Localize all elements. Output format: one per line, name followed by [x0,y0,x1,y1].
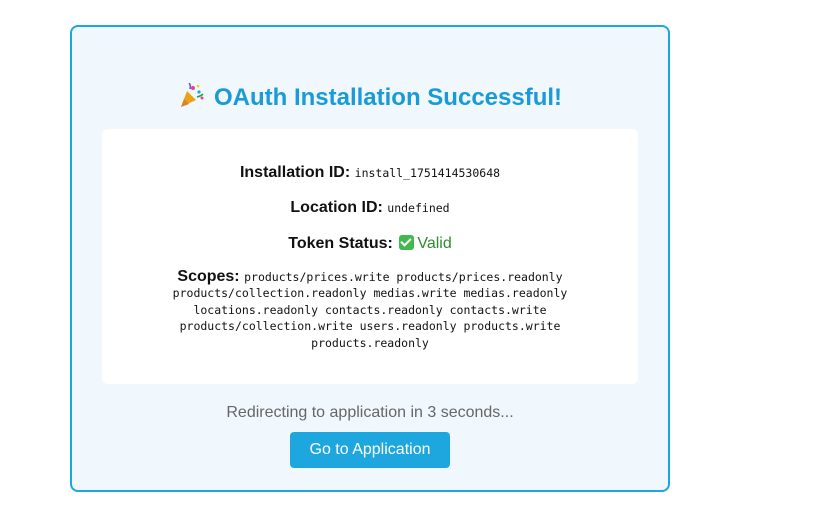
installation-id-row: Installation ID: install_1751414530648 [102,164,638,182]
go-to-application-button[interactable]: Go to Application [290,432,450,468]
page-title: OAuth Installation Successful! [72,82,668,112]
party-popper-icon [178,82,204,109]
token-status-value: Valid [417,235,452,252]
token-status-label: Token Status: [288,235,393,252]
installation-details-panel: Installation ID: install_1751414530648 L… [102,129,638,384]
token-status-row: Token Status: Valid [102,235,638,253]
scopes-label: Scopes: [177,268,240,285]
success-card: OAuth Installation Successful! Installat… [70,25,670,492]
installation-id-value: install_1751414530648 [354,166,501,180]
check-mark-icon [399,235,415,250]
redirect-message: Redirecting to application in 3 seconds.… [226,404,514,421]
location-id-row: Location ID: undefined [102,199,638,217]
scopes-row: Scopes: products/prices.write products/p… [160,269,580,351]
location-id-value: undefined [387,201,450,215]
location-id-label: Location ID: [290,199,383,216]
installation-id-label: Installation ID: [239,164,351,181]
title-text: OAuth Installation Successful! [213,84,563,111]
